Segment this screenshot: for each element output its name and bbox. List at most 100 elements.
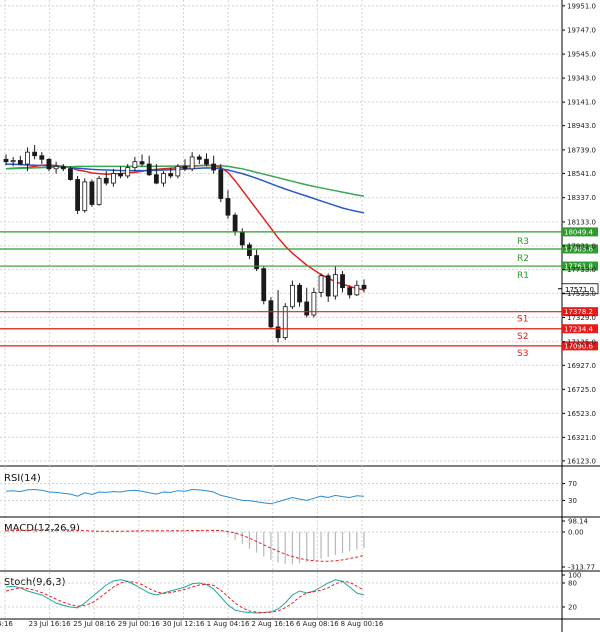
candle	[354, 280, 360, 297]
candle-body	[146, 163, 152, 176]
candle-body	[168, 173, 174, 177]
candle-body	[225, 198, 231, 216]
price-tick-label: 16123.0	[567, 457, 596, 465]
level-name: S3	[517, 349, 528, 359]
time-tick-label: 6 Aug 08:16	[296, 620, 339, 628]
candle	[39, 152, 45, 165]
level-name: S2	[517, 332, 528, 342]
candle	[153, 164, 159, 185]
candle-body	[325, 275, 331, 297]
price-tick-label: 16725.0	[567, 386, 596, 394]
candle	[75, 175, 80, 214]
time-tick-label: 2 Aug 16:16	[251, 620, 294, 628]
indicator-tick-label: 80	[568, 580, 577, 588]
indicator-tick-label: 100	[568, 572, 581, 580]
level-name: R1	[517, 271, 529, 281]
moving-averages	[5, 163, 365, 291]
candle	[53, 161, 59, 174]
macd-signal-line	[5, 529, 365, 562]
candle-body	[118, 173, 123, 177]
time-tick-label: 30 Jul 12:16	[163, 620, 206, 628]
candle-body	[17, 160, 23, 165]
level-price-label: 17234.4	[564, 325, 593, 333]
price-tick-label: 19951.0	[567, 2, 596, 10]
candle-body	[189, 156, 195, 170]
candle	[211, 155, 217, 174]
time-tick-label: 4:16	[0, 620, 13, 628]
level-name: R3	[517, 237, 529, 247]
candle-body	[254, 255, 260, 270]
indicator-tick-label: -313.77	[568, 564, 595, 572]
indicator-tick-label: 30	[568, 497, 577, 505]
price-tick-label: 19343.0	[567, 75, 596, 83]
candle-body	[297, 284, 302, 303]
candle	[118, 166, 123, 179]
candle-body	[161, 173, 166, 184]
candle	[325, 273, 331, 302]
price-tick-label: 19545.0	[567, 51, 596, 59]
candle-body	[340, 274, 345, 289]
candle-body	[318, 275, 324, 293]
candle	[340, 271, 345, 293]
candle-body	[39, 155, 45, 160]
candle-body	[25, 151, 30, 165]
price-tick-label: 17931.0	[567, 242, 596, 250]
candle-body	[32, 151, 38, 157]
candle-body	[261, 268, 267, 302]
candle-body	[239, 231, 245, 246]
candle	[146, 155, 152, 176]
candle-body	[82, 181, 88, 211]
moving-average-line	[5, 163, 365, 214]
candle	[297, 282, 302, 307]
price-tick-label: 19747.0	[567, 27, 596, 35]
time-tick-label: 8 Aug 00:16	[341, 620, 384, 628]
time-tick-label: 23 Jul 16:16	[29, 620, 72, 628]
indicator-tick-label: 98.14	[568, 518, 589, 526]
candle	[261, 266, 267, 305]
candle-body	[103, 177, 109, 184]
level-name: S1	[517, 315, 528, 325]
candle-body	[247, 244, 252, 256]
candle	[318, 273, 324, 298]
candle-body	[304, 301, 310, 316]
candle-body	[132, 161, 138, 169]
candle-body	[232, 214, 238, 233]
level-price-label: 18049.4	[564, 228, 593, 236]
time-tick-label: 25 Jul 08:16	[73, 620, 116, 628]
time-axis: 4:16 23 Jul 16:1625 Jul 08:1629 Jul 00:16…	[0, 620, 384, 628]
price-tick-label: 18943.0	[567, 122, 596, 130]
candle-body	[53, 166, 59, 170]
candle	[32, 145, 38, 160]
candle	[111, 168, 116, 187]
candle-body	[3, 158, 9, 163]
candle	[247, 242, 252, 260]
candle	[68, 166, 73, 181]
price-tick-label: 16927.0	[567, 362, 596, 370]
candle	[139, 154, 145, 167]
price-chart: R318049.4R217905.6R117761.8S117378.2S217…	[0, 0, 600, 632]
indicator-tick-label: 70	[568, 480, 577, 488]
candle	[175, 164, 181, 179]
candle-body	[175, 166, 181, 177]
candle-body	[111, 173, 116, 184]
candle-body	[354, 284, 360, 296]
price-tick-label: 16523.0	[567, 410, 596, 418]
candle-body	[196, 156, 202, 160]
candle	[304, 287, 310, 318]
price-tick-label: 17533.0	[567, 290, 596, 298]
candle-body	[153, 174, 159, 184]
candle	[161, 171, 166, 187]
candle	[289, 280, 295, 310]
candle	[132, 156, 138, 172]
candle	[254, 249, 260, 272]
price-tick-label: 18133.0	[567, 218, 596, 226]
candle-body	[268, 300, 274, 328]
candle	[225, 190, 231, 219]
level-name: R2	[517, 254, 529, 264]
time-tick-label: 1 Aug 04:16	[207, 620, 250, 628]
candle	[332, 266, 338, 300]
indicator-tick-label: 20	[568, 604, 577, 612]
candle	[268, 297, 274, 330]
candle	[96, 175, 102, 206]
price-tick-label: 18337.0	[567, 194, 596, 202]
